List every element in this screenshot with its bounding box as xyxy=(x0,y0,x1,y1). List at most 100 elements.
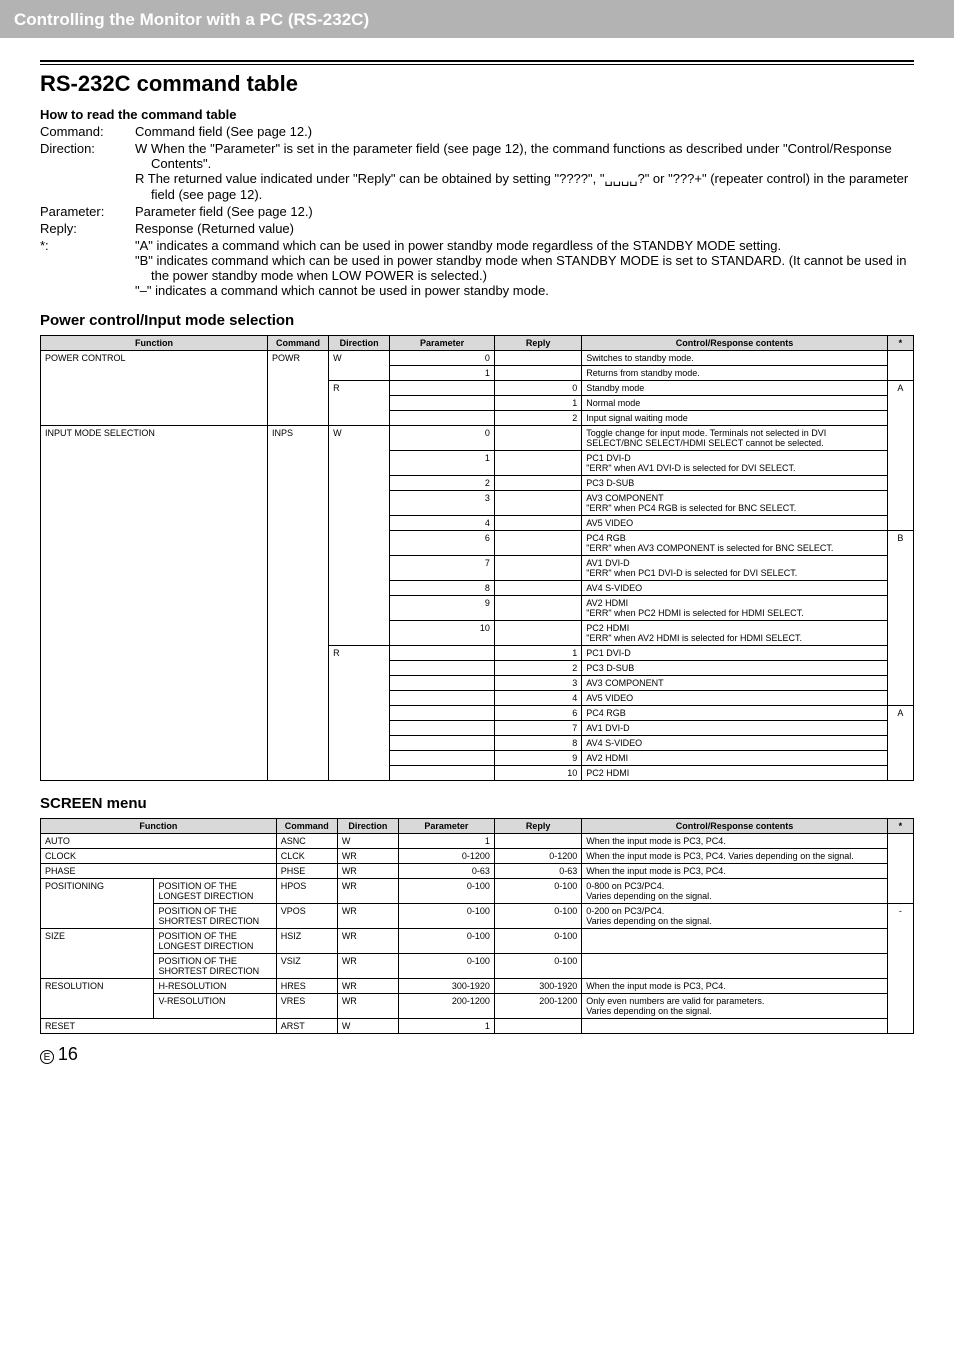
table-header: Direction xyxy=(337,819,398,834)
table-cell: AV4 S-VIDEO xyxy=(582,581,888,596)
table-cell xyxy=(329,596,390,621)
def-label: Reply: xyxy=(40,221,135,236)
table-cell: PHASE xyxy=(41,864,277,879)
table-cell: WR xyxy=(337,879,398,904)
table-cell xyxy=(329,516,390,531)
table-cell: AV3 COMPONENT xyxy=(582,676,888,691)
table-row: 8AV4 S-VIDEO xyxy=(41,581,914,596)
divider-thin xyxy=(40,64,914,65)
table-cell xyxy=(41,516,268,531)
table-header: Command xyxy=(276,819,337,834)
def-value: Command field (See page 12.) xyxy=(135,124,914,139)
table-cell: VRES xyxy=(276,994,337,1019)
table-cell: 0-63 xyxy=(398,864,494,879)
table-cell: AV2 HDMI"ERR" when PC2 HDMI is selected … xyxy=(582,596,888,621)
table-cell: AV5 VIDEO xyxy=(582,691,888,706)
def-row: Reply:Response (Returned value) xyxy=(40,221,914,236)
table-cell: 0-1200 xyxy=(494,849,581,864)
table-cell: - xyxy=(887,904,913,929)
table-row: PHASEPHSEWR0-630-63When the input mode i… xyxy=(41,864,914,879)
table-cell xyxy=(41,904,154,929)
def-line: W When the "Parameter" is set in the par… xyxy=(135,141,914,171)
def-row: Parameter:Parameter field (See page 12.) xyxy=(40,204,914,219)
table-cell: INPUT MODE SELECTION xyxy=(41,426,268,451)
screen-menu-table: FunctionCommandDirectionParameterReplyCo… xyxy=(40,818,914,1034)
table-header: Control/Response contents xyxy=(582,336,888,351)
table-cell xyxy=(390,411,495,426)
edition-mark: E xyxy=(40,1050,54,1064)
table-cell: CLCK xyxy=(276,849,337,864)
table-cell xyxy=(267,621,328,646)
table-cell xyxy=(267,691,328,706)
table-cell: HRES xyxy=(276,979,337,994)
table-cell xyxy=(329,531,390,556)
table-cell: When the input mode is PC3, PC4. xyxy=(582,834,888,849)
table-cell xyxy=(887,426,913,451)
def-row: *:"A" indicates a command which can be u… xyxy=(40,238,914,298)
table-cell: R xyxy=(329,381,390,396)
table-cell: A xyxy=(887,381,913,396)
table-cell: PC1 DVI-D"ERR" when AV1 DVI-D is selecte… xyxy=(582,451,888,476)
table-cell: 1 xyxy=(494,646,581,661)
table-row: 4AV5 VIDEO xyxy=(41,516,914,531)
table-cell xyxy=(267,556,328,581)
table-row: POSITION OF THE SHORTEST DIRECTIONVSIZWR… xyxy=(41,954,914,979)
table-cell xyxy=(494,556,581,581)
def-value: W When the "Parameter" is set in the par… xyxy=(135,141,914,202)
table-cell: RESET xyxy=(41,1019,277,1034)
table-cell: WR xyxy=(337,979,398,994)
table-cell: W xyxy=(337,1019,398,1034)
table-cell xyxy=(887,451,913,476)
table-cell xyxy=(41,661,268,676)
table-cell xyxy=(390,721,495,736)
table-cell: 7 xyxy=(390,556,495,581)
table-cell xyxy=(329,661,390,676)
table-cell xyxy=(267,581,328,596)
table-row: R1PC1 DVI-D xyxy=(41,646,914,661)
page-footer: E 16 xyxy=(40,1044,914,1065)
table-cell xyxy=(494,596,581,621)
table-row: 6PC4 RGBA xyxy=(41,706,914,721)
table-cell xyxy=(887,721,913,736)
def-line: Response (Returned value) xyxy=(135,221,914,236)
table-cell: 9 xyxy=(494,751,581,766)
table-cell: HSIZ xyxy=(276,929,337,954)
table-cell xyxy=(41,476,268,491)
table-cell: 0 xyxy=(390,426,495,451)
table-cell xyxy=(887,491,913,516)
table-row: POSITIONINGPOSITION OF THE LONGEST DIREC… xyxy=(41,879,914,904)
table-cell xyxy=(887,596,913,621)
table-cell xyxy=(494,516,581,531)
table-cell xyxy=(329,706,390,721)
table-cell: AV1 DVI-D xyxy=(582,721,888,736)
table-row: 3AV3 COMPONENT xyxy=(41,676,914,691)
table-cell xyxy=(887,556,913,581)
table-cell: 6 xyxy=(390,531,495,556)
table-cell xyxy=(267,751,328,766)
table-cell: 300-1920 xyxy=(398,979,494,994)
table-cell xyxy=(41,411,268,426)
table-cell xyxy=(887,834,913,849)
table-cell xyxy=(329,676,390,691)
table-cell: POSITION OF THE SHORTEST DIRECTION xyxy=(154,954,276,979)
table-cell xyxy=(41,994,154,1019)
table-cell xyxy=(494,366,581,381)
table-cell xyxy=(267,531,328,556)
table-cell: 4 xyxy=(390,516,495,531)
table-cell xyxy=(267,706,328,721)
table-cell xyxy=(329,451,390,476)
table-cell: 0 xyxy=(390,351,495,366)
table-row: 10PC2 HDMI xyxy=(41,766,914,781)
table-cell xyxy=(582,1019,888,1034)
table-cell xyxy=(494,451,581,476)
table-cell xyxy=(41,621,268,646)
table-cell: V-RESOLUTION xyxy=(154,994,276,1019)
table-cell: 300-1920 xyxy=(494,979,581,994)
table-cell xyxy=(267,396,328,411)
table-cell xyxy=(329,766,390,781)
table-header: Function xyxy=(41,336,268,351)
table-cell: 0-100 xyxy=(494,904,581,929)
table-cell: WR xyxy=(337,929,398,954)
table-row: 2PC3 D-SUB xyxy=(41,476,914,491)
table-cell xyxy=(494,531,581,556)
